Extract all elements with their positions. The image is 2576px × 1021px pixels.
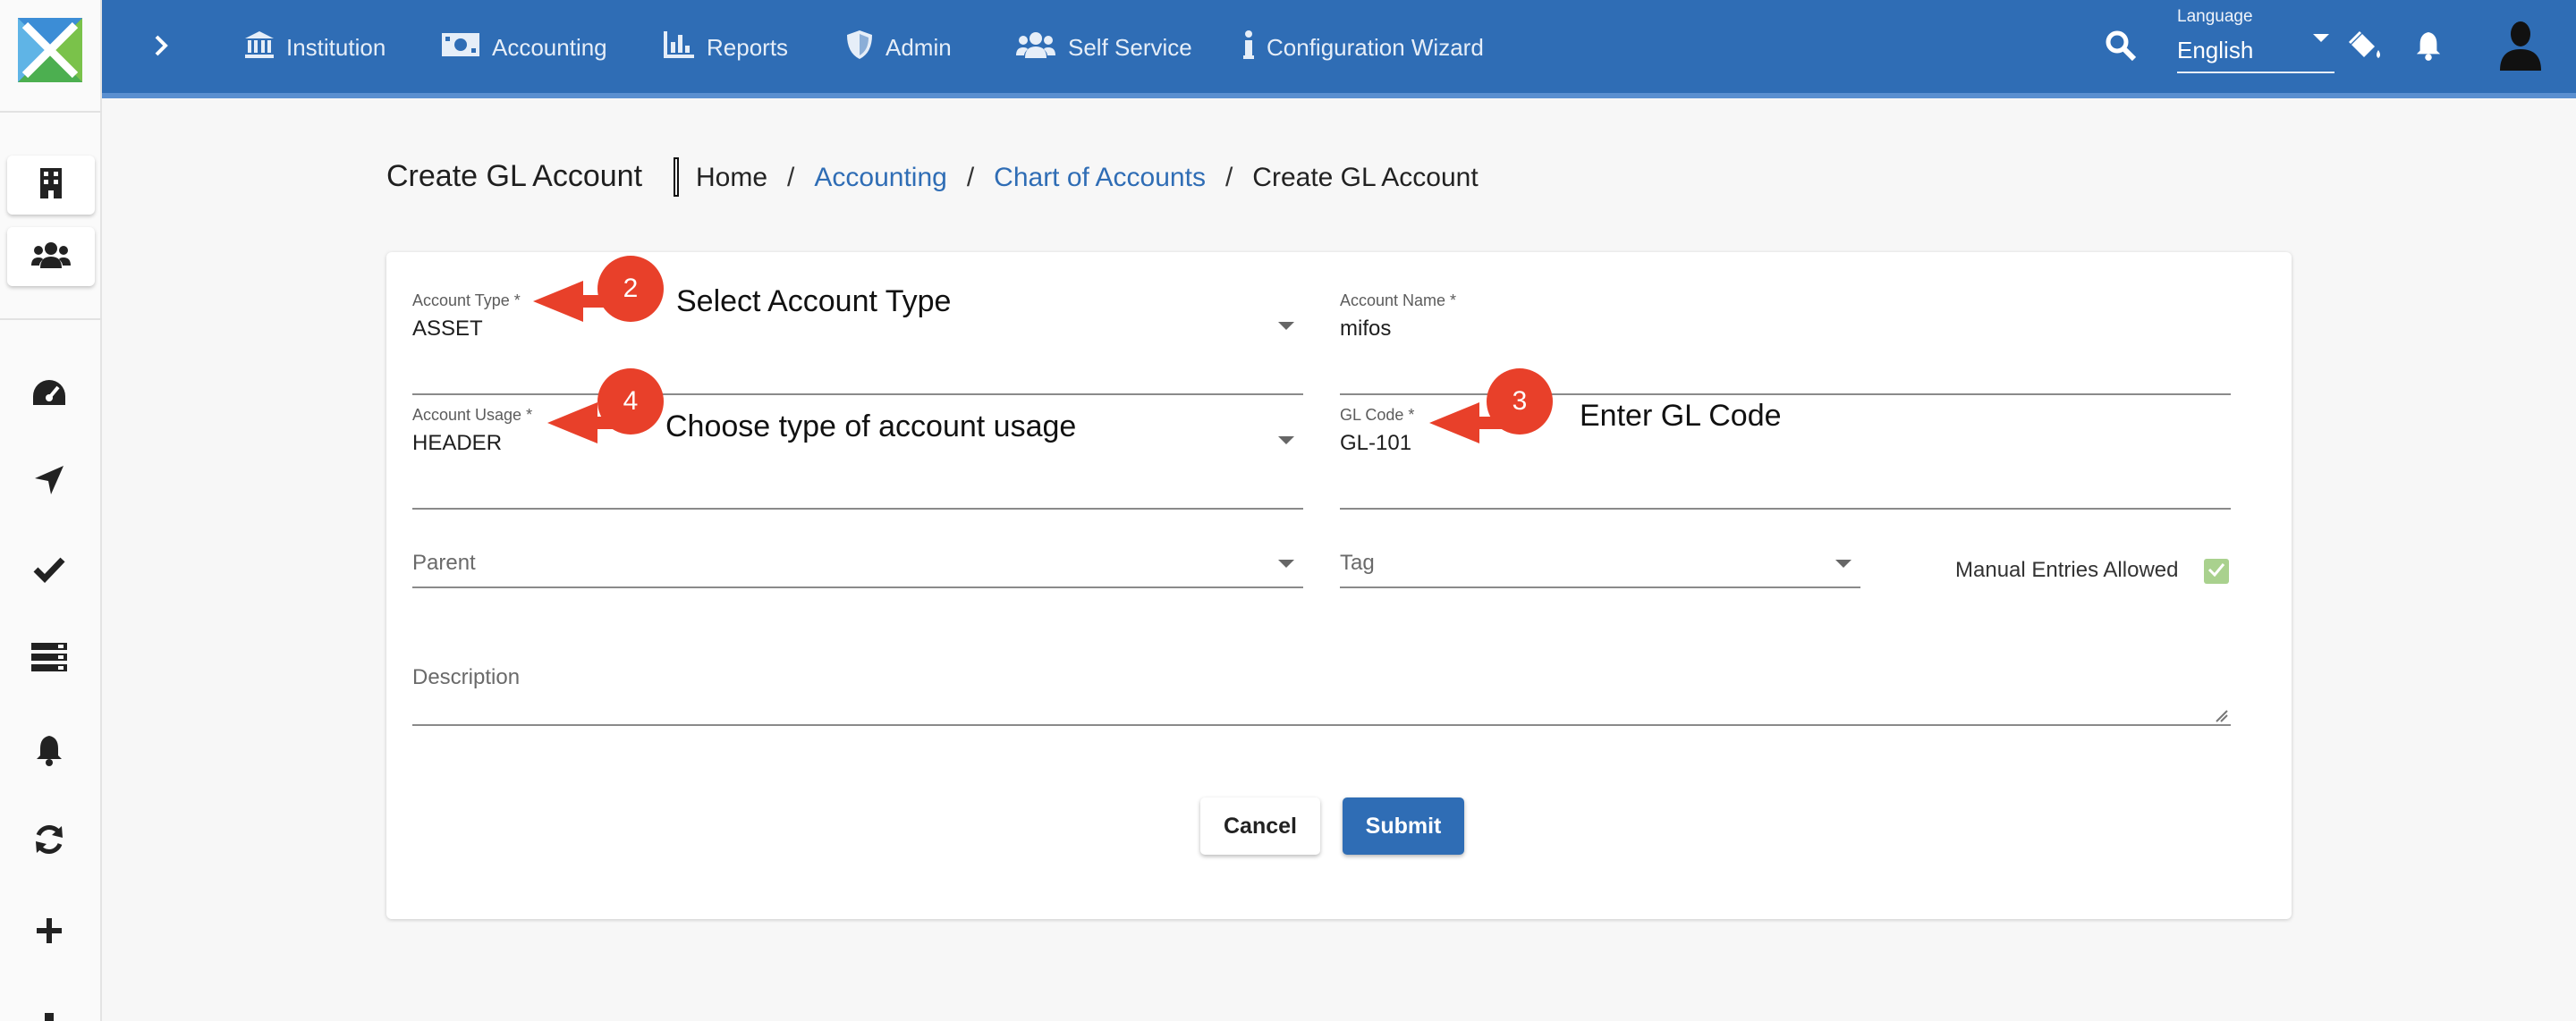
info-icon (1243, 30, 1254, 65)
sidebar-divider-2 (0, 318, 102, 320)
parent-select[interactable]: Parent (412, 551, 1303, 588)
theme-button[interactable] (2345, 27, 2386, 68)
nav-configuration-wizard[interactable]: Configuration Wizard (1243, 25, 1484, 70)
manual-entries-checkbox[interactable] (2204, 559, 2229, 584)
annotation-text-3: Enter GL Code (1580, 399, 1782, 433)
sidebar-clients-button[interactable] (7, 227, 95, 286)
sidebar-divider (0, 111, 102, 113)
parent-placeholder: Parent (412, 551, 476, 575)
bar-chart-icon (664, 30, 694, 64)
dashboard-icon[interactable] (24, 372, 74, 413)
sidebar-toggle-button[interactable] (143, 27, 179, 68)
description-textarea[interactable]: Description (412, 665, 2231, 726)
description-placeholder: Description (412, 665, 521, 689)
submit-button[interactable]: Submit (1343, 797, 1464, 855)
annotation-badge-3: 3 (1487, 368, 1553, 435)
check-icon (2207, 562, 2225, 581)
sitemap-icon[interactable] (24, 1000, 74, 1021)
building-icon (39, 167, 63, 204)
bell-icon (2415, 30, 2442, 65)
tag-underline (1340, 586, 1860, 588)
description-underline (412, 724, 2231, 726)
breadcrumb-separator: / (787, 163, 795, 192)
cancel-button[interactable]: Cancel (1200, 797, 1320, 855)
parent-underline (412, 586, 1303, 588)
chevron-down-icon (1835, 560, 1852, 568)
page-title: Create GL Account (386, 159, 643, 193)
nav-institution-label: Institution (286, 33, 386, 61)
nav-admin[interactable]: Admin (846, 25, 952, 70)
account-usage-underline (412, 508, 1303, 510)
mifos-logo[interactable] (18, 18, 82, 82)
breadcrumb-current: Create GL Account (1252, 163, 1479, 192)
nav-reports-label: Reports (707, 33, 789, 61)
title-divider (674, 157, 679, 197)
create-gl-account-form: Account Type * ASSET Account Name * mifo… (386, 252, 2292, 919)
account-usage-value: HEADER (412, 431, 503, 455)
chevron-down-icon (1278, 322, 1294, 330)
breadcrumb-accounting[interactable]: Accounting (814, 163, 946, 193)
breadcrumb-chart-of-accounts[interactable]: Chart of Accounts (994, 163, 1206, 193)
account-usage-label: Account Usage * (412, 406, 533, 424)
account-name-field[interactable]: Account Name * mifos (1340, 291, 2231, 395)
language-value: English (2177, 37, 2254, 63)
top-navbar: Institution Accounting Reports Admin Sel… (102, 0, 2576, 98)
notifications-button[interactable] (2408, 27, 2449, 68)
search-icon (2106, 30, 2137, 65)
account-type-value: ASSET (412, 316, 483, 341)
gl-code-underline (1340, 508, 2231, 510)
account-name-value: mifos (1340, 316, 1392, 341)
account-type-label: Account Type * (412, 291, 521, 309)
breadcrumb-separator: / (1224, 163, 1233, 192)
shield-icon (846, 30, 873, 66)
nav-accounting[interactable]: Accounting (442, 25, 607, 70)
breadcrumb-home[interactable]: Home (696, 163, 767, 193)
language-underline (2177, 72, 2334, 73)
chevron-down-icon (1278, 560, 1294, 568)
chevron-down-icon (1278, 436, 1294, 444)
sidebar (0, 0, 102, 1021)
users-icon (31, 241, 71, 273)
checkmark-icon[interactable] (24, 549, 74, 590)
language-label: Language (2177, 7, 2253, 26)
nav-self-service[interactable]: Self Service (1016, 25, 1192, 70)
tag-select[interactable]: Tag (1340, 551, 1860, 588)
account-name-underline (1340, 393, 2231, 395)
gl-code-value: GL-101 (1340, 431, 1412, 455)
gl-code-label: GL Code * (1340, 406, 1415, 424)
search-button[interactable] (2100, 27, 2141, 68)
language-select[interactable]: Language English (2177, 7, 2334, 75)
tag-placeholder: Tag (1340, 551, 1375, 575)
nav-institution[interactable]: Institution (245, 25, 386, 70)
nav-reports[interactable]: Reports (664, 25, 788, 70)
chevron-right-icon (153, 34, 169, 62)
nav-configuration-wizard-label: Configuration Wizard (1267, 33, 1484, 61)
nav-accounting-label: Accounting (492, 33, 607, 61)
annotation-text-4: Choose type of account usage (665, 409, 1077, 443)
breadcrumb-separator: / (966, 163, 975, 192)
account-type-underline (412, 393, 1303, 395)
sync-icon[interactable] (24, 819, 74, 860)
annotation-text-2: Select Account Type (676, 284, 952, 318)
manual-entries-label: Manual Entries Allowed (1955, 558, 2179, 582)
account-name-label: Account Name * (1340, 291, 1457, 309)
breadcrumb: Home / Accounting / Chart of Accounts / … (696, 163, 1479, 193)
bell-icon[interactable] (24, 730, 74, 771)
sidebar-offices-button[interactable] (7, 156, 95, 215)
nav-self-service-label: Self Service (1068, 33, 1192, 61)
nav-admin-label: Admin (886, 33, 952, 61)
user-avatar-icon (2498, 21, 2543, 75)
institution-icon (245, 30, 274, 64)
user-menu-button[interactable] (2496, 21, 2546, 73)
navigation-icon[interactable] (24, 460, 74, 501)
annotation-badge-2: 2 (597, 256, 664, 322)
annotation-badge-4: 4 (597, 368, 664, 435)
paint-bucket-icon (2348, 30, 2384, 65)
chevron-down-icon (2313, 34, 2329, 42)
users-icon (1016, 31, 1055, 64)
money-icon (442, 32, 479, 63)
plus-icon[interactable] (24, 910, 74, 951)
server-icon[interactable] (24, 637, 74, 678)
